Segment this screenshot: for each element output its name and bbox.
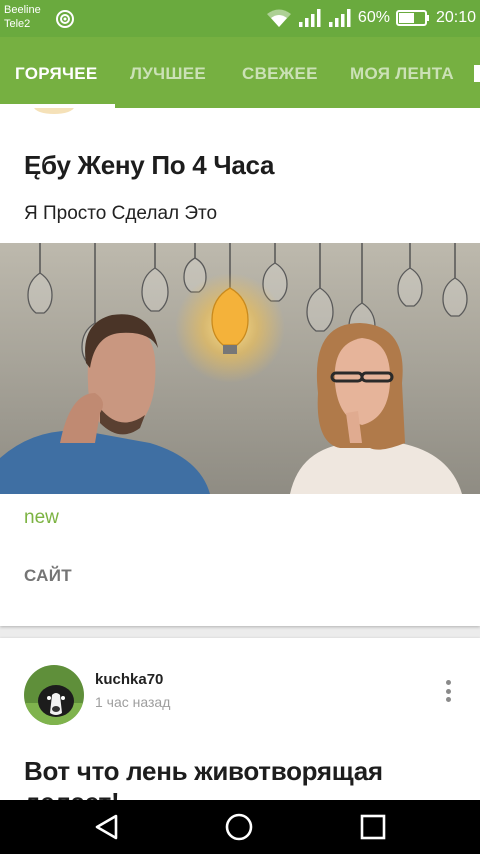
avatar-image — [24, 665, 84, 725]
carrier-1: Beeline — [4, 4, 41, 16]
battery-percent: 60% — [357, 9, 390, 26]
clock: 20:10 — [435, 9, 476, 26]
status-bar: Beeline Tele2 60% 20:10 — [0, 0, 480, 37]
tab-best[interactable]: ЛУЧШЕЕ — [130, 64, 206, 84]
tab-bar: ГОРЯЧЕЕ ЛУЧШЕЕ СВЕЖЕЕ МОЯ ЛЕНТА — [0, 37, 480, 108]
signal-icon — [298, 9, 321, 27]
cast-icon — [56, 10, 74, 28]
post-title[interactable]: Вот что лень животворящая делает! — [24, 756, 464, 800]
post-tag[interactable]: new — [24, 507, 59, 529]
post-time: 1 час назад — [95, 694, 171, 710]
wifi-icon — [266, 9, 291, 27]
home-icon — [225, 813, 253, 841]
tab-fresh[interactable]: СВЕЖЕЕ — [242, 64, 318, 84]
post-title[interactable]: Ęбу Жену По 4 Часа — [24, 150, 274, 181]
author-name[interactable]: kuchka70 — [95, 671, 163, 688]
post-illustration — [0, 243, 480, 494]
post-source-label[interactable]: САЙТ — [24, 566, 72, 586]
feed[interactable]: Ęбу Жену По 4 Часа Я Просто Сделал Это n… — [0, 108, 480, 800]
carrier-names: Beeline Tele2 — [4, 3, 41, 31]
more-options-icon[interactable] — [438, 678, 458, 704]
recents-button[interactable] — [356, 810, 390, 844]
battery-icon — [395, 10, 429, 26]
back-button[interactable] — [90, 810, 124, 844]
next-tab-indicator — [474, 65, 480, 82]
avatar[interactable] — [24, 665, 84, 725]
signal-icon — [328, 9, 351, 27]
post-subtitle: Я Просто Сделал Это — [24, 203, 218, 224]
back-icon — [95, 814, 118, 840]
carrier-2: Tele2 — [4, 18, 31, 30]
tab-hot[interactable]: ГОРЯЧЕЕ — [15, 64, 98, 84]
previous-post-peek — [34, 108, 74, 114]
post-card[interactable]: kuchka70 1 час назад Вот что лень животв… — [0, 638, 480, 800]
home-button[interactable] — [222, 810, 256, 844]
navigation-bar — [0, 800, 480, 854]
tab-my-feed[interactable]: МОЯ ЛЕНТА — [350, 64, 454, 84]
recents-icon — [360, 814, 386, 840]
post-card[interactable]: Ęбу Жену По 4 Часа Я Просто Сделал Это n… — [0, 108, 480, 626]
post-image[interactable] — [0, 243, 480, 494]
